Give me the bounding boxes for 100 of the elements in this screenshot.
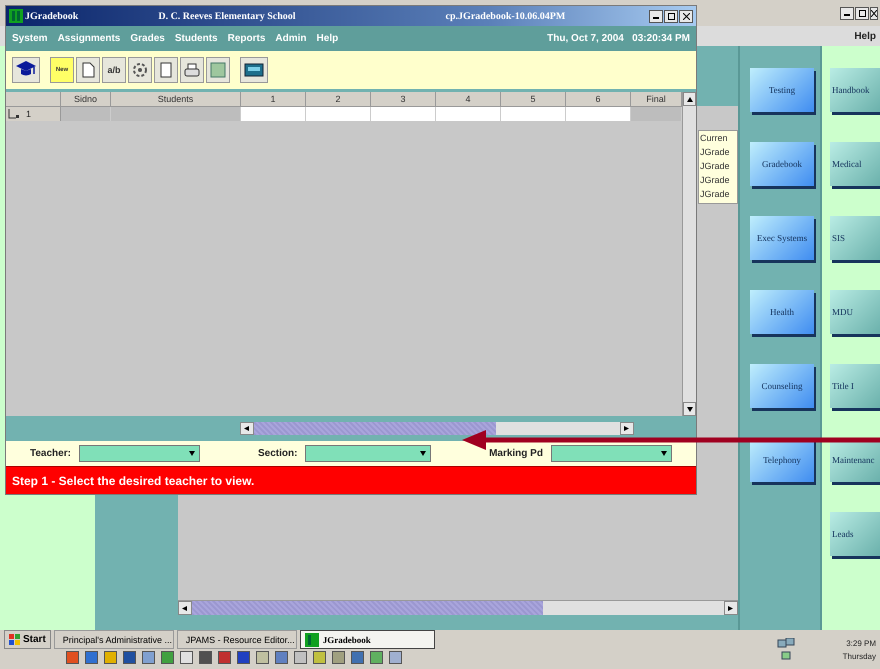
graduation-cap-icon[interactable] — [12, 57, 40, 83]
maximize-icon[interactable] — [855, 6, 869, 20]
list-item[interactable]: JGrade — [699, 159, 737, 173]
quick-launch-icon[interactable] — [142, 651, 155, 664]
app-icon — [304, 632, 319, 647]
session-name: cp.JGradebook-10.06.04PM — [446, 10, 566, 22]
panel-button[interactable]: Gradebook — [750, 142, 814, 186]
panel-button[interactable]: Handbook — [830, 68, 880, 112]
dropdown-field[interactable] — [550, 445, 672, 462]
panel-button[interactable]: Title I — [830, 364, 880, 408]
start-button[interactable]: Start — [4, 630, 51, 650]
left-arrow-icon — [182, 606, 188, 610]
quick-launch-icon[interactable] — [180, 651, 193, 664]
column-header[interactable]: 5 — [501, 92, 566, 107]
column-header[interactable]: Students — [111, 92, 241, 107]
quick-launch-icon[interactable] — [389, 651, 402, 664]
status-message: Step 1 - Select the desired teacher to view. — [12, 474, 254, 488]
panel-button[interactable]: Counseling — [750, 364, 814, 408]
table-cell — [241, 107, 306, 121]
panel-button[interactable]: Leads — [830, 512, 880, 556]
quick-launch-icon[interactable] — [161, 651, 174, 664]
down-arrow-icon — [188, 451, 195, 456]
close-icon[interactable] — [679, 10, 693, 22]
windows-logo-icon — [9, 634, 21, 646]
minimize-icon[interactable] — [840, 6, 854, 20]
taskbar-button[interactable]: Principal's Administrative ... — [54, 630, 174, 650]
quick-launch-icon[interactable] — [294, 651, 307, 664]
taskbar-button[interactable]: JGradebook — [300, 630, 435, 650]
taskbar-button[interactable]: JPAMS - Resource Editor... — [176, 630, 297, 650]
app-icon — [9, 9, 23, 23]
right-arrow-icon — [728, 606, 734, 610]
scroll-thumb[interactable] — [192, 601, 544, 615]
panel-button[interactable]: MDU — [830, 290, 880, 334]
document-icon[interactable] — [76, 57, 100, 83]
quick-launch-icon[interactable] — [123, 651, 136, 664]
panel-button[interactable]: Testing — [750, 68, 814, 112]
printer-icon[interactable] — [180, 57, 204, 83]
column-header[interactable]: 6 — [566, 92, 631, 107]
row-number: 1 — [26, 109, 32, 119]
left-arrow-icon — [244, 426, 250, 431]
scroll-thumb[interactable] — [254, 422, 496, 435]
column-header[interactable]: 3 — [371, 92, 436, 107]
quick-launch-icon[interactable] — [218, 651, 231, 664]
quick-launch-icon[interactable] — [351, 651, 364, 664]
window-title: JGradebook — [25, 10, 78, 22]
quick-launch-icon[interactable] — [313, 651, 326, 664]
column-header[interactable]: 1 — [241, 92, 306, 107]
up-arrow-icon — [686, 96, 692, 102]
quick-launch-icon[interactable] — [199, 651, 212, 664]
quick-launch-icon[interactable] — [275, 651, 288, 664]
quick-launch-icon[interactable] — [370, 651, 383, 664]
right-arrow-icon — [624, 426, 630, 431]
maximize-icon[interactable] — [664, 10, 678, 22]
table-cell — [501, 107, 566, 121]
down-arrow-icon — [661, 451, 667, 456]
list-item[interactable]: JGrade — [699, 187, 737, 201]
filter-label: Teacher: — [30, 448, 71, 459]
quick-launch-icon[interactable] — [85, 651, 98, 664]
column-header[interactable]: 2 — [306, 92, 371, 107]
clock: 3:29 PM — [846, 638, 876, 650]
school-name: D. C. Reeves Elementary School — [158, 10, 296, 22]
list-item[interactable]: Curren — [699, 131, 737, 145]
horizontal-scrollbar[interactable] — [178, 600, 738, 615]
panel-button[interactable]: Exec Systems — [750, 216, 814, 260]
panel-button[interactable]: SIS — [830, 216, 880, 260]
table-cell — [306, 107, 371, 121]
down-arrow-icon — [420, 451, 426, 456]
fraction-button[interactable]: a/b — [102, 57, 126, 83]
horizontal-scrollbar[interactable] — [240, 422, 634, 435]
quick-launch-icon[interactable] — [104, 651, 117, 664]
list-box[interactable]: Curren JGrade JGrade JGrade JGrade — [698, 130, 738, 204]
monitor-icon[interactable] — [240, 57, 268, 83]
table-cell — [566, 107, 631, 121]
quick-launch-icon[interactable] — [237, 651, 250, 664]
filter-label: Section: — [258, 448, 298, 459]
dropdown-field[interactable] — [78, 445, 200, 462]
menu-item[interactable]: Help — [854, 30, 876, 42]
column-header[interactable]: 4 — [436, 92, 501, 107]
page-icon[interactable] — [154, 57, 178, 83]
list-item[interactable]: JGrade — [699, 173, 737, 187]
filter-label: Marking Pd — [489, 448, 543, 459]
panel-button[interactable]: Medical — [830, 142, 880, 186]
day-label: Thursday — [842, 650, 876, 663]
minimize-icon[interactable] — [649, 10, 663, 22]
quick-launch-icon[interactable] — [332, 651, 345, 664]
network-icon — [776, 638, 796, 662]
tree-node-icon — [8, 109, 20, 119]
column-header[interactable]: Sidno — [61, 92, 111, 107]
panel-button[interactable]: Health — [750, 290, 814, 334]
gear-icon[interactable] — [128, 57, 152, 83]
table-cell — [631, 107, 682, 121]
quick-launch-icon[interactable] — [66, 651, 79, 664]
column-header[interactable]: Final — [631, 92, 682, 107]
quick-launch-icon[interactable] — [256, 651, 269, 664]
list-item[interactable]: JGrade — [699, 145, 737, 159]
dropdown-field[interactable] — [305, 445, 432, 462]
grid-icon[interactable] — [206, 57, 230, 83]
vertical-scrollbar[interactable] — [682, 92, 696, 416]
close-icon[interactable] — [870, 6, 878, 20]
date-time: Thu, Oct 7, 2004 03:20:34 PM — [547, 33, 690, 44]
